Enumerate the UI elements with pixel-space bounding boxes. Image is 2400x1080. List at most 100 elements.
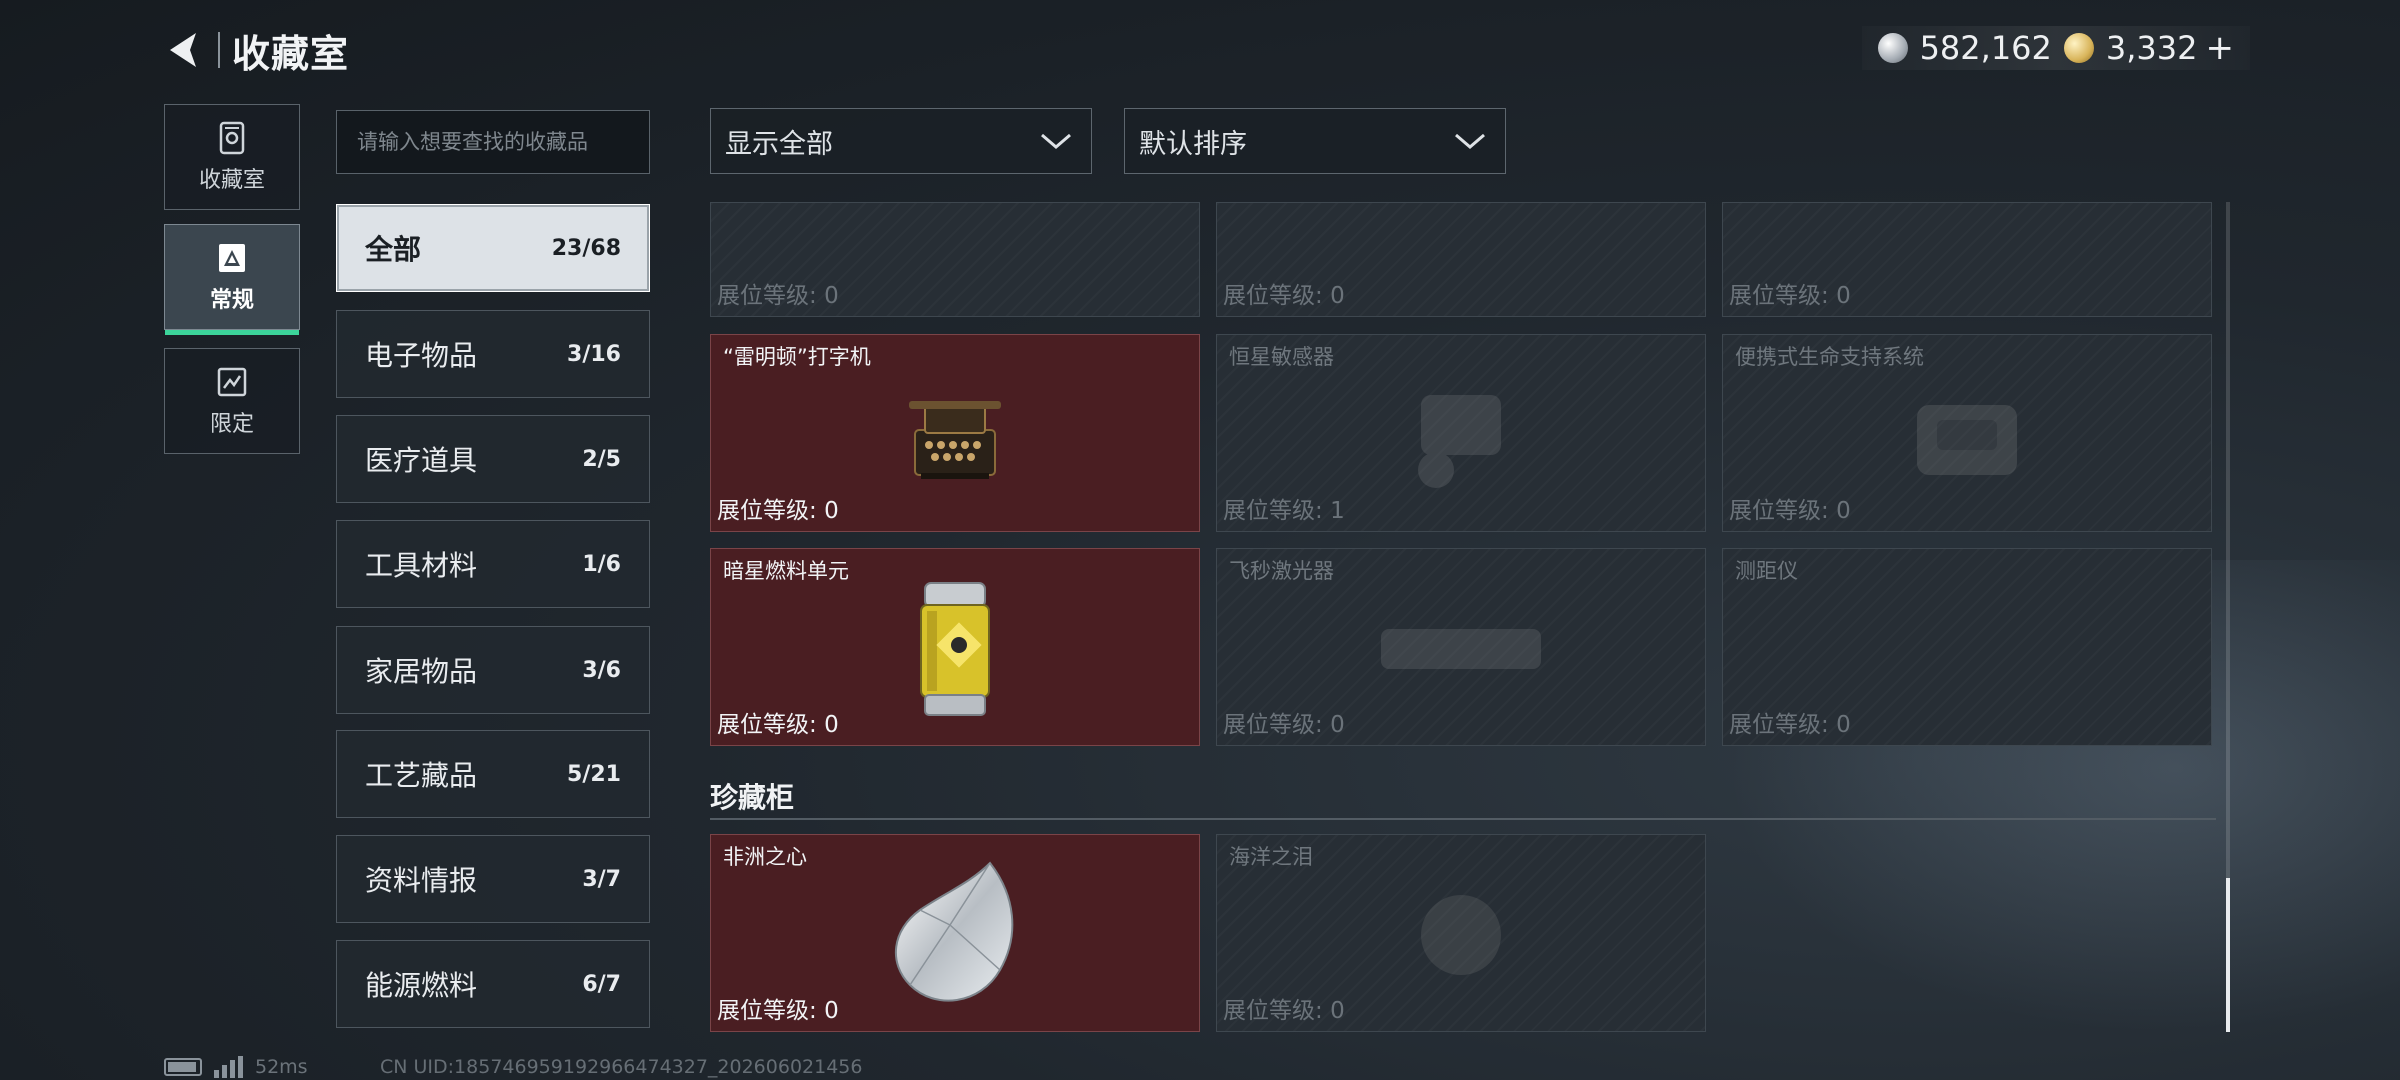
fuel-cell-icon (920, 582, 990, 716)
star-sensor-icon (1418, 395, 1501, 488)
battery-icon (164, 1058, 202, 1076)
level-label: 展位等级: (1729, 712, 1829, 738)
collection-card-typewriter[interactable]: “雷明顿”打字机 展位等级: 0 (710, 334, 1200, 532)
add-currency-button[interactable]: + (2206, 28, 2235, 68)
category-electronics[interactable]: 电子物品 3/16 (336, 310, 650, 398)
level-value: 0 (1836, 498, 1851, 524)
level-label: 展位等级: (1223, 283, 1323, 309)
level-label: 展位等级: (717, 712, 817, 738)
header: 收藏室 (160, 22, 349, 78)
diamond-icon (894, 861, 1014, 1002)
level-value: 0 (1836, 712, 1851, 738)
sort-dropdown[interactable]: 默认排序 (1124, 108, 1506, 174)
level-label: 展位等级: (717, 283, 817, 309)
show-filter-value: 显示全部 (725, 128, 833, 160)
category-name: 全部 (365, 233, 422, 266)
category-count: 6/7 (582, 971, 621, 997)
collection-card-dark-star-fuel[interactable]: 暗星燃料单元 展位等级: 0 (710, 548, 1200, 746)
item-name: 飞秒激光器 (1229, 559, 1334, 583)
collection-card-rangefinder[interactable]: 测距仪 展位等级: 0 (1722, 548, 2212, 746)
silver-balance: 582,162 (1919, 29, 2052, 67)
category-household[interactable]: 家居物品 3/6 (336, 626, 650, 714)
gem-icon (1421, 895, 1501, 975)
display-level: 展位等级: 0 (717, 705, 839, 739)
side-tab-vault[interactable]: 收藏室 (164, 104, 300, 210)
level-label: 展位等级: (1729, 283, 1829, 309)
chevron-down-icon (1041, 133, 1071, 149)
life-support-icon (1917, 405, 2017, 475)
item-name: 恒星敏感器 (1229, 345, 1334, 369)
category-energy[interactable]: 能源燃料 6/7 (336, 940, 650, 1028)
level-label: 展位等级: (1729, 498, 1829, 524)
level-value: 0 (824, 283, 839, 309)
category-medical[interactable]: 医疗道具 2/5 (336, 415, 650, 503)
gold-coin-icon (2063, 33, 2094, 63)
limited-collection-icon (217, 367, 247, 397)
laser-icon (1381, 629, 1541, 669)
level-value: 0 (824, 712, 839, 738)
sort-value: 默认排序 (1139, 128, 1247, 160)
category-count: 1/6 (582, 551, 621, 577)
vault-icon (219, 121, 245, 155)
level-value: 0 (824, 998, 839, 1024)
side-tab-label: 收藏室 (198, 168, 265, 193)
collection-card-heart-of-africa[interactable]: 非洲之心 展位等级: 0 (710, 834, 1200, 1032)
uid-text: CN UID:1857469591929​66474327_2026060214… (380, 1056, 863, 1078)
display-level: 展位等级: 1 (1223, 491, 1345, 525)
category-count: 23/68 (551, 235, 621, 261)
item-name: 暗星燃料单元 (723, 559, 849, 583)
page-title: 收藏室 (232, 31, 350, 76)
level-label: 展位等级: (1223, 998, 1323, 1024)
display-level: 展位等级: 0 (1729, 276, 1851, 310)
level-label: 展位等级: (1223, 712, 1323, 738)
category-name: 能源燃料 (365, 969, 478, 1002)
item-name: 海洋之泪 (1229, 845, 1313, 869)
category-name: 工艺藏品 (365, 759, 478, 792)
regular-collection-icon (219, 244, 245, 272)
display-level: 展位等级: 0 (717, 276, 839, 310)
collection-card[interactable]: 展位等级: 0 (710, 202, 1200, 317)
display-level: 展位等级: 0 (717, 991, 839, 1025)
back-arrow-icon[interactable] (160, 25, 210, 75)
show-filter-dropdown[interactable]: 显示全部 (710, 108, 1092, 174)
category-name: 资料情报 (365, 864, 478, 897)
side-tab-limited[interactable]: 限定 (164, 348, 300, 454)
category-all[interactable]: 全部 23/68 (336, 204, 650, 292)
category-tools[interactable]: 工具材料 1/6 (336, 520, 650, 608)
level-value: 0 (1330, 998, 1345, 1024)
category-name: 家居物品 (365, 655, 478, 688)
side-tab-label: 限定 (209, 412, 254, 437)
item-name: 便携式生命支持系统 (1735, 345, 1924, 369)
ping-value: 52ms (255, 1056, 308, 1078)
grid-scrollbar[interactable] (2226, 202, 2230, 1032)
display-level: 展位等级: 0 (1729, 705, 1851, 739)
signal-icon (214, 1056, 243, 1078)
category-crafts[interactable]: 工艺藏品 5/21 (336, 730, 650, 818)
side-tab-regular[interactable]: 常规 (164, 224, 300, 335)
category-count: 3/6 (582, 657, 621, 683)
category-count: 5/21 (567, 761, 621, 787)
collection-card[interactable]: 展位等级: 0 (1216, 202, 1706, 317)
category-count: 3/7 (582, 866, 621, 892)
level-value: 1 (1330, 498, 1345, 524)
collection-card-star-sensor[interactable]: 恒星敏感器 展位等级: 1 (1216, 334, 1706, 532)
collection-card-femtosecond-laser[interactable]: 飞秒激光器 展位等级: 0 (1216, 548, 1706, 746)
category-intel[interactable]: 资料情报 3/7 (336, 835, 650, 923)
category-count: 3/16 (567, 341, 621, 367)
level-value: 0 (1836, 283, 1851, 309)
level-value: 0 (824, 498, 839, 524)
collection-card[interactable]: 展位等级: 0 (1722, 202, 2212, 317)
collection-card-ocean-tear[interactable]: 海洋之泪 展位等级: 0 (1216, 834, 1706, 1032)
display-level: 展位等级: 0 (717, 491, 839, 525)
title-separator (218, 32, 220, 68)
level-value: 0 (1330, 712, 1345, 738)
scrollbar-thumb[interactable] (2226, 878, 2230, 1032)
category-name: 电子物品 (365, 339, 478, 372)
level-label: 展位等级: (1223, 498, 1323, 524)
collection-card-life-support[interactable]: 便携式生命支持系统 展位等级: 0 (1722, 334, 2212, 532)
search-input[interactable] (336, 110, 650, 174)
display-level: 展位等级: 0 (1223, 276, 1345, 310)
category-name: 医疗道具 (365, 444, 478, 477)
item-name: 非洲之心 (723, 845, 807, 869)
level-label: 展位等级: (717, 498, 817, 524)
